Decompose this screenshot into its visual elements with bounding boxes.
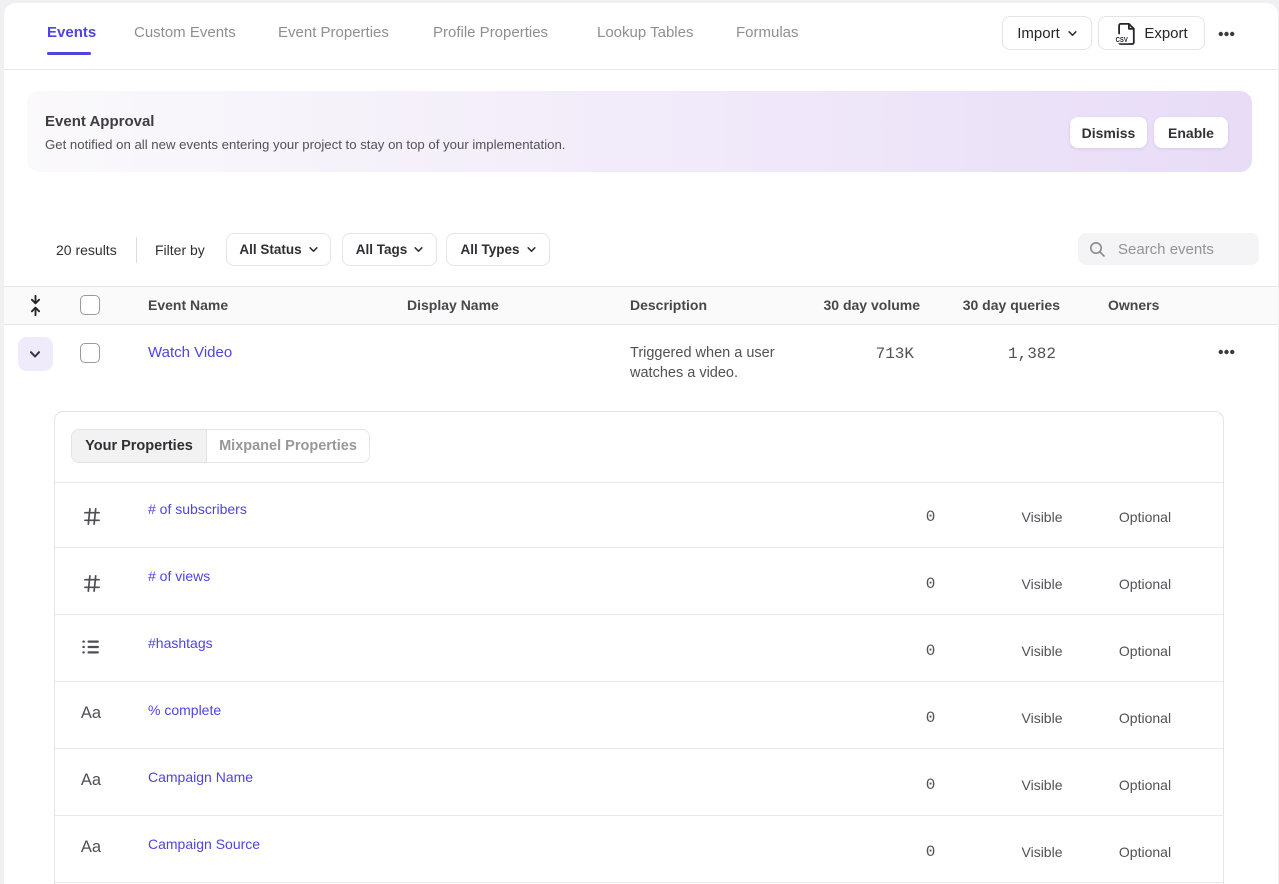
svg-text:CSV: CSV xyxy=(1116,35,1129,44)
